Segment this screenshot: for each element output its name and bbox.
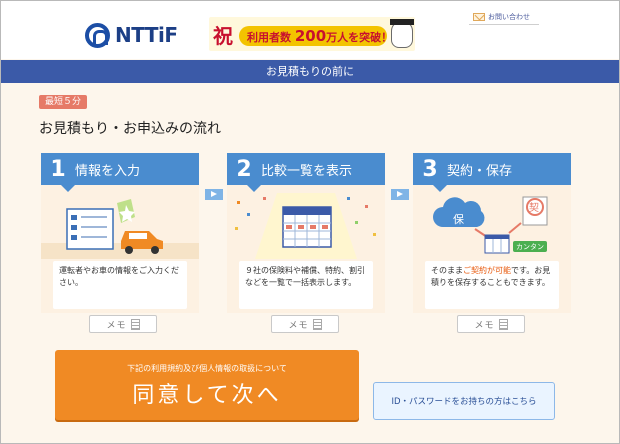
contact-link[interactable]: お問い合わせ bbox=[473, 12, 530, 22]
page-heading-bar: お見積もりの前に bbox=[1, 60, 619, 83]
desc-pre: そのまま bbox=[431, 266, 463, 275]
logo-text: NTTiF bbox=[115, 23, 178, 47]
contact-label: お問い合わせ bbox=[488, 13, 530, 21]
step-arrow-icon bbox=[391, 189, 409, 200]
ntt-logo[interactable]: NTTiF bbox=[85, 21, 178, 49]
banner-number: 200 bbox=[294, 27, 327, 45]
memo-button-2[interactable]: メモ bbox=[271, 315, 339, 333]
step-description: ９社の保険料や補償、特約、割引などを一覧で一括表示します。 bbox=[239, 261, 373, 309]
step-label: 契約・保存 bbox=[447, 163, 513, 179]
save-cloud-label: 保 bbox=[453, 212, 464, 226]
step-number: 1 bbox=[50, 156, 66, 182]
easy-tag-label: カンタン bbox=[516, 242, 544, 251]
mail-icon bbox=[473, 13, 485, 21]
step-card-1: 1 情報を入力 運転者やお車の情報をご入力ください。 bbox=[41, 153, 199, 313]
step-description: 運転者やお車の情報をご入力ください。 bbox=[53, 261, 187, 309]
step-header-1: 1 情報を入力 bbox=[41, 153, 199, 192]
memo-label: メモ bbox=[106, 320, 127, 331]
memo-icon bbox=[130, 318, 140, 330]
agree-main-label: 同意して次へ bbox=[132, 383, 282, 408]
comparison-table-illustration bbox=[235, 193, 376, 259]
page-frame: NTTiF 祝 利用者数 200万人を突破！ お問い合わせ お見積もりの前に 最… bbox=[0, 0, 620, 444]
memo-button-3[interactable]: メモ bbox=[457, 315, 525, 333]
step-arrow-icon bbox=[205, 189, 223, 200]
memo-icon bbox=[498, 318, 508, 330]
contract-save-illustration: 保 契 カンタン bbox=[433, 196, 548, 254]
contract-stamp-label: 契 bbox=[529, 201, 539, 214]
ntt-logo-icon bbox=[85, 22, 110, 48]
memo-label: メモ bbox=[288, 320, 309, 331]
promo-banner[interactable]: 祝 利用者数 200万人を突破！ bbox=[209, 17, 415, 51]
id-password-login-button[interactable]: ID・パスワードをお持ちの方はこちら bbox=[373, 382, 555, 420]
memo-label: メモ bbox=[474, 320, 495, 331]
step-description: そのままご契約が可能です。お見積りを保存することもできます。 bbox=[425, 261, 559, 309]
form-and-car-illustration bbox=[41, 199, 199, 259]
step-label: 比較一覧を表示 bbox=[261, 163, 353, 179]
step-label: 情報を入力 bbox=[75, 163, 141, 179]
memo-button-1[interactable]: メモ bbox=[89, 315, 157, 333]
step-header-2: 2 比較一覧を表示 bbox=[227, 153, 385, 192]
banner-text: 利用者数 200万人を突破！ bbox=[247, 26, 392, 46]
step-number: 3 bbox=[422, 156, 438, 182]
time-badge: 最短５分 bbox=[39, 95, 88, 109]
step-card-3: 3 契約・保存 保 契 カンタン そのままご契約が可能です。お見積りを保存するこ… bbox=[413, 153, 571, 313]
contact-underline bbox=[469, 24, 539, 25]
site-header: NTTiF 祝 利用者数 200万人を突破！ お問い合わせ bbox=[1, 1, 619, 59]
banner-prefix: 利用者数 bbox=[247, 31, 291, 44]
banner-celebration-mark: 祝 bbox=[213, 24, 233, 48]
memo-icon bbox=[312, 318, 322, 330]
graduate-mascot-icon bbox=[390, 19, 414, 48]
page-title: お見積もり・お申込みの流れ bbox=[39, 121, 221, 137]
desc-accent: ご契約が可能 bbox=[463, 266, 511, 275]
step-card-2: 2 比較一覧を表示 ９社の保険料や補償、特約、割引などを一覧で一括表示します。 bbox=[227, 153, 385, 313]
step-number: 2 bbox=[236, 156, 252, 182]
agree-and-next-button[interactable]: 下記の利用規約及び個人情報の取扱について 同意して次へ bbox=[55, 350, 359, 420]
banner-suffix: 万人を突破！ bbox=[326, 31, 393, 44]
step-header-3: 3 契約・保存 bbox=[413, 153, 571, 192]
agree-sub-label: 下記の利用規約及び個人情報の取扱について bbox=[127, 364, 287, 373]
